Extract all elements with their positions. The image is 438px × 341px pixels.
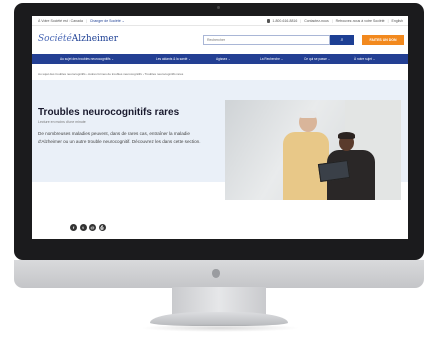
search-button[interactable]: ⌕ [330,35,354,45]
share-bar: f t @ ⎙ [70,224,108,232]
stand-shadow [140,324,300,332]
email-icon[interactable]: @ [89,224,96,231]
camera-icon [217,6,220,9]
main-nav: Au sujet des troubles neurocognitifs ⌄ L… [32,54,408,64]
read-time: Lecture en moins d'une minute [38,120,86,124]
search-icon: ⌕ [340,37,344,43]
facebook-icon[interactable]: f [70,224,77,231]
nav-item-about-dementia[interactable]: Au sujet des troubles neurocognitifs ⌄ [60,54,114,64]
society-location: À Votre Société est : Canada [38,19,83,23]
search-input[interactable] [203,35,330,45]
logo-word-societe: Société [38,34,72,44]
hero-description: De nombreuses maladies peuvent, dans de … [38,131,201,144]
apple-logo-icon [212,269,220,278]
change-society-link[interactable]: Changer de Société ⌄ [90,19,125,23]
hero-photo [225,100,401,200]
find-society-link[interactable]: Retrouvez-nous à votre Société [336,19,385,23]
print-icon[interactable]: ⎙ [98,224,106,231]
contact-link[interactable]: Contactez-nous [304,19,329,23]
hero-section: Troubles neurocognitifs rares Lecture en… [32,80,408,200]
nav-item-research[interactable]: La Recherche ⌄ [260,54,283,64]
page-title: Troubles neurocognitifs rares [38,107,180,118]
utility-bar: À Votre Société est : Canada | Changer d… [32,16,408,26]
phone-number[interactable]: 1-800-616-8816 [272,19,297,23]
nav-item-about-us[interactable]: À notre sujet ⌄ [354,54,375,64]
language-link[interactable]: English [392,19,403,23]
nav-item-caregivers[interactable]: Les aidants & la santé ⌄ [156,54,191,64]
browser-screen: À Votre Société est : Canada | Changer d… [32,16,408,239]
breadcrumb[interactable]: Au sujet des troubles neurocognitifs › A… [38,72,183,76]
monitor-stand-neck [172,287,266,315]
twitter-icon[interactable]: t [79,224,87,231]
site-logo[interactable]: SociétéAlzheimer [38,34,118,44]
logo-word-alzheimer: Alzheimer [71,34,119,44]
donate-button[interactable]: FAITES UN DON [362,35,404,45]
nav-item-take-action[interactable]: Agissez ⌄ [216,54,231,64]
phone-icon [267,19,271,23]
nav-item-whats-happening[interactable]: Ce qui se passe ⌄ [304,54,330,64]
header: SociétéAlzheimer ⌕ FAITES UN DON [32,26,408,54]
